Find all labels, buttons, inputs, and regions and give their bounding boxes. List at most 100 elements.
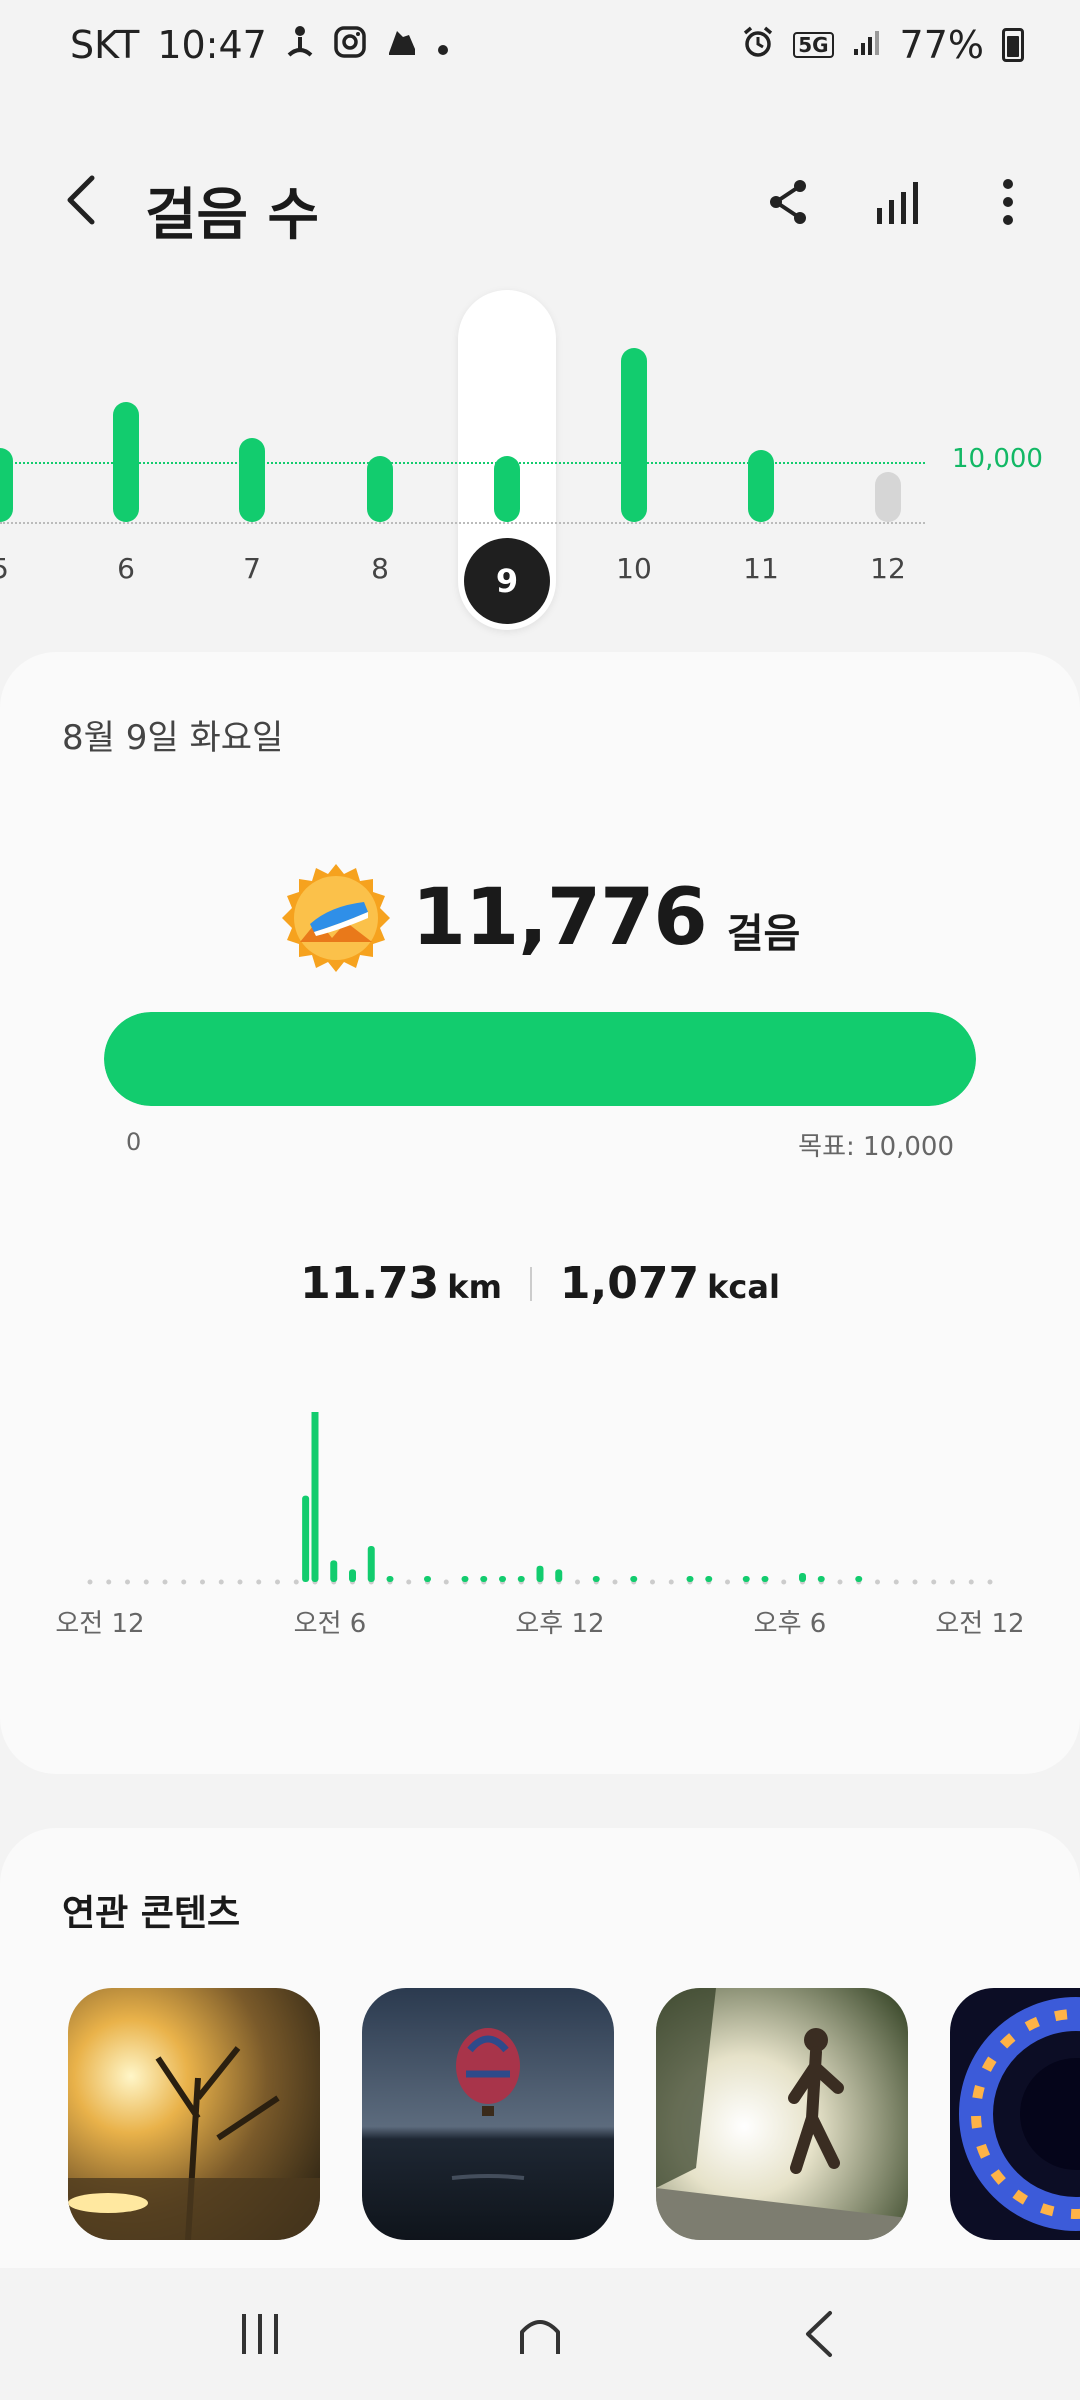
hour-tick-dot (668, 1579, 674, 1585)
hour-tick-dot (181, 1579, 187, 1585)
day-bar (875, 471, 901, 522)
battery-percent: 77% (899, 23, 984, 67)
hour-step-bar (555, 1569, 563, 1582)
day-label: 11 (743, 552, 779, 585)
distance-unit: km (447, 1268, 502, 1306)
sunset-forest-image[interactable] (68, 1988, 320, 2240)
goal-progress-bar (104, 1012, 976, 1106)
signal-icon (852, 27, 882, 63)
date-label: 8월 9일 화요일 (62, 718, 284, 758)
hour-tick-dot (781, 1579, 787, 1585)
hour-step-bar (817, 1576, 825, 1582)
hour-tick-dot (106, 1579, 112, 1585)
home-button[interactable] (495, 2289, 585, 2379)
app-bar: 걸음 수 (0, 140, 1080, 260)
share-button[interactable] (756, 170, 820, 234)
day-label: 8 (371, 552, 389, 585)
hour-step-bar (330, 1560, 338, 1582)
hour-tick-dot (725, 1579, 730, 1585)
hour-axis-label: 오후 6 (754, 1609, 827, 1639)
hour-step-bar (761, 1576, 769, 1582)
5g-icon: 5G (793, 32, 834, 58)
day-column-12[interactable]: 12 (848, 290, 928, 630)
running-shoe-icon (385, 25, 419, 65)
related-content-title: 연관 콘텐츠 (62, 1893, 241, 1934)
stats-row: 11.73 km 1,077 kcal (0, 1258, 1080, 1309)
hour-tick-dot (575, 1579, 580, 1585)
day-column-5[interactable]: 5 (0, 290, 40, 630)
hour-tick-dot (406, 1579, 412, 1585)
hour-step-bar (855, 1576, 863, 1582)
hour-axis-label: 오전 12 (935, 1609, 1024, 1639)
steps-value: 11,776 (411, 873, 708, 963)
day-column-10[interactable]: 10 (594, 290, 674, 630)
goal-line-label: 10,000 (952, 444, 1043, 474)
hour-step-bar (386, 1576, 394, 1582)
hot-air-balloon-image[interactable] (362, 1988, 614, 2240)
hour-step-bar (480, 1576, 488, 1582)
city-lights-image[interactable] (950, 1988, 1080, 2240)
hour-tick-dot (143, 1579, 149, 1585)
instagram-icon (333, 25, 367, 65)
hour-tick-dot (125, 1579, 130, 1585)
steps-summary: 11,776 걸음 (0, 862, 1080, 974)
day-label: 10 (616, 552, 652, 585)
goal-progress-fill (104, 1012, 976, 1106)
hour-step-bar (302, 1495, 310, 1582)
hour-step-bar (705, 1576, 713, 1582)
chart-icon (877, 182, 918, 224)
day-bar (621, 348, 647, 522)
hour-tick-dot (912, 1579, 918, 1585)
app-actions (756, 170, 1040, 234)
progress-goal-label: 목표: 10,000 (798, 1132, 954, 1162)
trends-button[interactable] (866, 170, 930, 234)
hour-tick-dot (968, 1579, 974, 1585)
hour-step-bar (349, 1569, 356, 1582)
hour-tick-dot (650, 1579, 655, 1585)
running-woman-image[interactable] (656, 1988, 908, 2240)
hour-step-bar (686, 1576, 694, 1582)
day-column-6[interactable]: 6 (86, 290, 166, 630)
nav-back-button[interactable] (775, 2289, 865, 2379)
hour-tick-dot (837, 1579, 843, 1585)
hour-step-bar (799, 1573, 806, 1582)
hour-step-bar (367, 1546, 375, 1582)
day-bar (0, 447, 13, 522)
hour-step-bar (499, 1576, 506, 1582)
day-label: 5 (0, 552, 40, 585)
hour-tick-dot (293, 1579, 299, 1585)
goal-badge-icon (281, 864, 390, 972)
hour-tick-dot (987, 1579, 993, 1585)
system-nav-bar (0, 2268, 1080, 2400)
more-button[interactable] (976, 170, 1040, 234)
hour-step-bar (536, 1565, 544, 1582)
day-bar (113, 402, 139, 522)
calories-stat: 1,077 kcal (560, 1258, 780, 1309)
daily-detail-card: 8월 9일 화요일 11,776 걸음 0 목표: 10,000 11.73 km… (0, 652, 1080, 1774)
hour-tick-dot (218, 1579, 224, 1585)
status-bar: SKT 10:47 5G 77% (0, 0, 1080, 90)
hour-tick-dot (612, 1579, 618, 1585)
hour-tick-dot (256, 1579, 262, 1585)
recent-apps-button[interactable] (215, 2289, 305, 2379)
day-bar (367, 456, 393, 522)
distance-stat: 11.73 km (300, 1258, 502, 1309)
status-right: 5G 77% (741, 23, 1024, 67)
meditation-icon (285, 25, 315, 65)
hour-step-bar (311, 1412, 319, 1582)
selected-day-label[interactable]: 9 (464, 538, 550, 624)
share-icon (770, 180, 806, 224)
hour-tick-dot (893, 1579, 899, 1585)
hour-step-bar (630, 1576, 638, 1582)
day-column-7[interactable]: 7 (212, 290, 292, 630)
day-column-8[interactable]: 8 (340, 290, 420, 630)
home-icon (520, 2320, 560, 2354)
back-icon (806, 2311, 832, 2357)
back-button[interactable] (52, 170, 112, 230)
hour-axis-label: 오후 12 (515, 1609, 604, 1639)
hourly-steps-chart: 오전 12 오전 6 오후 12 오후 6 오전 12 (55, 1412, 1025, 1639)
alarm-icon (741, 25, 775, 65)
day-column-11[interactable]: 11 (721, 290, 801, 630)
day-label: 7 (243, 552, 261, 585)
hour-tick-dot (875, 1579, 880, 1585)
